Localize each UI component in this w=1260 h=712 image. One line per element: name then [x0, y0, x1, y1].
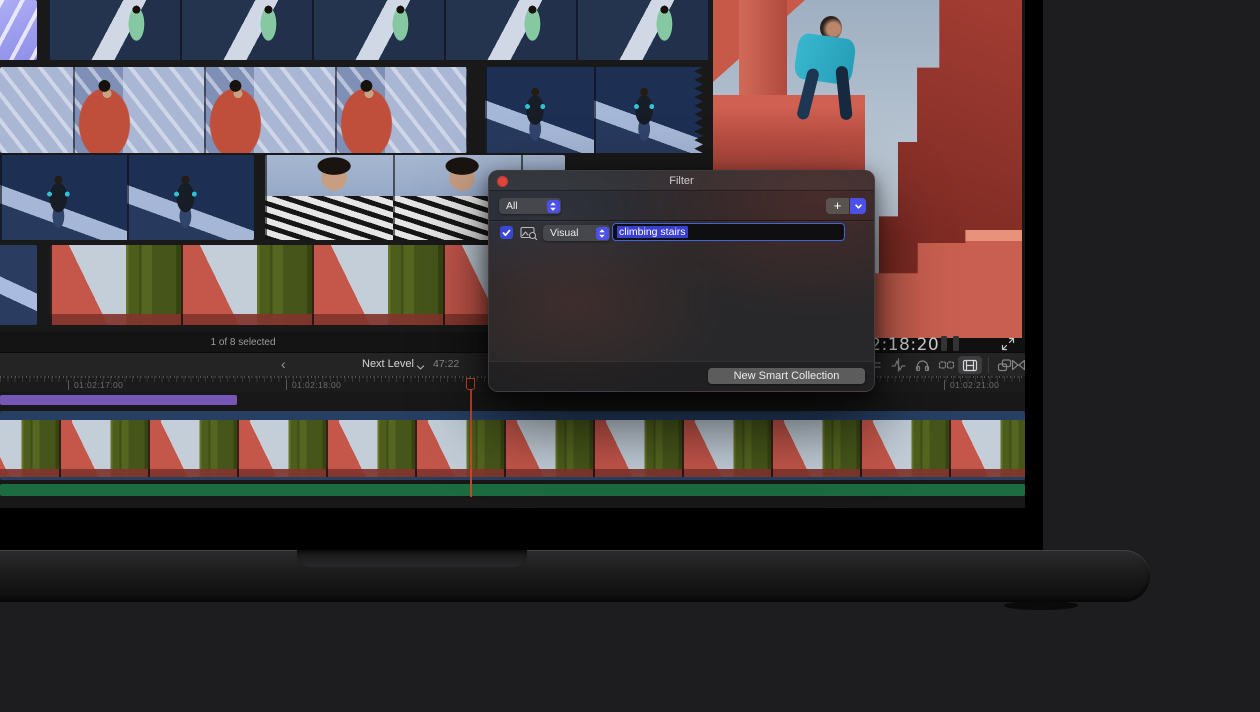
- dialog-divider: [489, 220, 874, 221]
- viewer-person: [788, 16, 872, 120]
- timeline-audio-clip[interactable]: [0, 484, 1025, 496]
- timeline-video-clip[interactable]: [0, 411, 1025, 480]
- video-clip-filmstrip: [0, 420, 1025, 477]
- laptop-foot: [1004, 601, 1078, 610]
- query-field[interactable]: climbing stairs: [612, 223, 845, 241]
- audio-skimming-icon[interactable]: [888, 356, 908, 374]
- video-clip-top-bar: [0, 411, 1025, 420]
- rule-type-popup[interactable]: Visual: [543, 225, 610, 241]
- audio-meter-right[interactable]: [953, 336, 959, 351]
- ruler-label: 01:02:18:00: [286, 380, 341, 390]
- solo-headphones-icon[interactable]: [912, 356, 932, 374]
- timeline-pane: [0, 392, 1025, 508]
- scope-popup-value: All: [506, 200, 518, 212]
- rule-checkbox[interactable]: [500, 226, 513, 239]
- browser-clip-blue-steps-partial[interactable]: [0, 245, 37, 325]
- dialog-footer: New Smart Collection: [489, 361, 874, 391]
- browser-clip-red-coat[interactable]: [0, 67, 467, 153]
- macbook-screen: 1 of 8 selected 01:02:18:20 ‹ Next Level…: [0, 0, 1043, 550]
- popup-stepper-icon: [596, 227, 609, 240]
- add-rule-menu-button[interactable]: [850, 198, 866, 214]
- browser-clip-floral-wide[interactable]: [0, 155, 254, 240]
- new-smart-collection-button[interactable]: New Smart Collection: [708, 368, 865, 384]
- browser-clip-green-dress[interactable]: [48, 0, 710, 60]
- audio-meter-left[interactable]: [941, 336, 947, 351]
- popup-stepper-icon: [547, 200, 560, 213]
- dialog-titlebar: Filter: [489, 171, 874, 191]
- add-rule-button[interactable]: +: [826, 198, 849, 214]
- timeline-index-icon[interactable]: [958, 356, 982, 374]
- video-clip-bottom-bar: [0, 477, 1025, 480]
- toolbar-divider: [988, 357, 989, 373]
- ruler-label: 01:02:21:00: [944, 380, 999, 390]
- browser-clip-floral-shirt[interactable]: [485, 67, 703, 153]
- dialog-title: Filter: [489, 171, 874, 191]
- project-name-chevron-icon[interactable]: [416, 359, 425, 377]
- add-rule-group: +: [826, 198, 866, 214]
- query-text-selected: climbing stairs: [617, 226, 688, 238]
- connected-clips-icon[interactable]: [936, 356, 956, 374]
- transition-bowtie-icon[interactable]: [1008, 356, 1025, 374]
- playhead-marker[interactable]: [466, 378, 475, 390]
- project-name[interactable]: Next Level: [362, 358, 414, 370]
- expand-viewer-icon[interactable]: [1001, 337, 1015, 351]
- browser-clip-stairs-purple[interactable]: [0, 0, 37, 60]
- ruler-label: 01:02:17:00: [68, 380, 123, 390]
- scope-popup[interactable]: All: [499, 198, 561, 214]
- laptop-base: [0, 550, 1150, 602]
- laptop-lid-scoop: [297, 550, 527, 567]
- playhead-line[interactable]: [470, 390, 472, 497]
- rule-type-value: Visual: [550, 227, 578, 239]
- filter-dialog: Filter All + Visual: [488, 170, 875, 392]
- timeline-title-clip[interactable]: [0, 395, 237, 405]
- project-duration: 47:22: [433, 358, 459, 370]
- close-button[interactable]: [497, 176, 508, 187]
- back-button[interactable]: ‹: [281, 356, 286, 372]
- selection-status: 1 of 8 selected: [210, 337, 275, 348]
- final-cut-pro-window: 1 of 8 selected 01:02:18:20 ‹ Next Level…: [0, 0, 1025, 508]
- visual-rule-icon: [520, 226, 538, 245]
